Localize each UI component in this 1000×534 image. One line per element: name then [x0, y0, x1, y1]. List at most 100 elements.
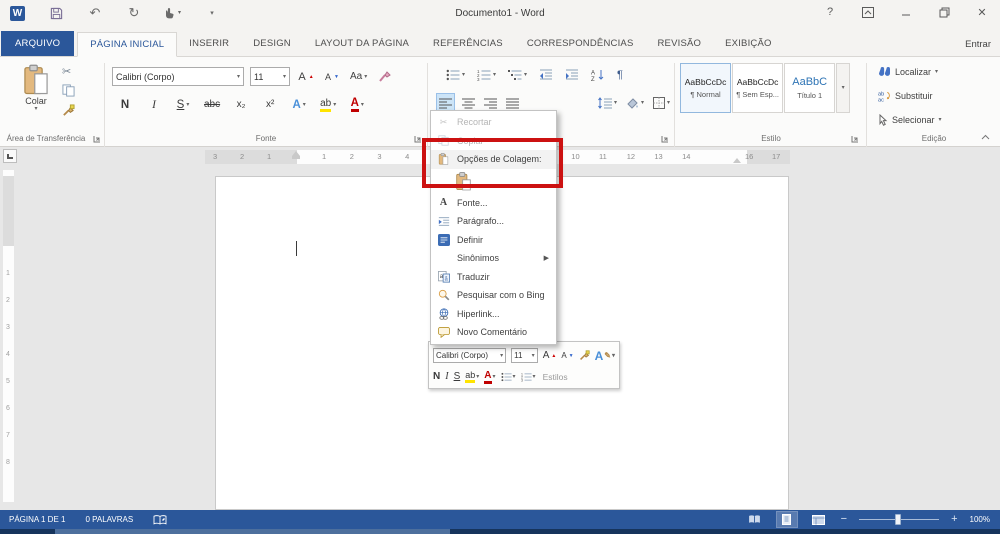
- collapse-ribbon-icon[interactable]: [981, 134, 990, 140]
- highlight-button[interactable]: ab ▾: [318, 94, 338, 115]
- line-spacing-icon[interactable]: ▾: [596, 93, 619, 113]
- replace-button[interactable]: ab ac Substituir: [878, 90, 933, 102]
- paste-button[interactable]: Colar ▾: [14, 64, 58, 132]
- increase-indent-icon[interactable]: [563, 65, 581, 85]
- font-name-combo[interactable]: Calibri (Corpo) ▾: [112, 67, 244, 86]
- close-icon[interactable]: ✕: [974, 4, 990, 20]
- mini-format-painter-icon[interactable]: [579, 350, 590, 361]
- change-case-button[interactable]: Aa ▾: [348, 66, 369, 87]
- zoom-level[interactable]: 100%: [970, 515, 990, 524]
- tab-file[interactable]: ARQUIVO: [1, 31, 75, 56]
- proofing-icon[interactable]: [153, 514, 167, 525]
- tab-page-layout[interactable]: LAYOUT DA PÁGINA: [303, 31, 421, 56]
- help-icon[interactable]: ?: [822, 4, 838, 20]
- print-layout-icon[interactable]: [775, 511, 798, 528]
- numbered-list-icon[interactable]: 1 2 3 ▾: [475, 65, 498, 85]
- tab-insert[interactable]: INSERIR: [177, 31, 241, 56]
- menu-label: Pesquisar com o Bing: [457, 290, 545, 301]
- menu-item-define[interactable]: Definir: [431, 231, 556, 250]
- tab-view[interactable]: EXIBIÇÃO: [713, 31, 783, 56]
- menu-item-hyperlink[interactable]: Hiperlink...: [431, 305, 556, 324]
- style-name: ¶ Normal: [690, 90, 721, 99]
- format-painter-button[interactable]: [62, 104, 75, 117]
- menu-item-search-bing[interactable]: Pesquisar com o Bing: [431, 286, 556, 305]
- zoom-in-button[interactable]: +: [951, 514, 957, 525]
- mini-underline-button[interactable]: S: [454, 371, 461, 382]
- paste-label: Colar: [25, 96, 47, 106]
- show-marks-icon[interactable]: ¶: [615, 65, 625, 85]
- clipboard-dialog-launcher-icon[interactable]: [92, 134, 102, 144]
- tab-references[interactable]: REFERÊNCIAS: [421, 31, 515, 56]
- font-color-button[interactable]: A ▾: [347, 94, 367, 115]
- shading-icon[interactable]: ▾: [624, 93, 646, 113]
- mini-bold-button[interactable]: N: [433, 371, 440, 382]
- word-count[interactable]: 0 PALAVRAS: [85, 515, 133, 524]
- web-layout-icon[interactable]: [809, 512, 829, 527]
- menu-item-font[interactable]: A Fonte...: [431, 194, 556, 213]
- paragraph-dialog-launcher-icon[interactable]: [660, 134, 670, 144]
- superscript-button[interactable]: x²: [260, 94, 280, 115]
- mini-shrink-font-button[interactable]: A: [561, 351, 573, 360]
- find-button[interactable]: Localizar ▾: [878, 66, 938, 77]
- paragraph-dialog-icon: [436, 216, 451, 227]
- ribbon-display-options-icon[interactable]: [860, 4, 876, 20]
- tab-mailings[interactable]: CORRESPONDÊNCIAS: [515, 31, 646, 56]
- strikethrough-button[interactable]: abc: [202, 94, 222, 115]
- menu-item-synonyms[interactable]: Sinônimos ▶: [431, 249, 556, 268]
- subscript-button[interactable]: x₂: [231, 94, 251, 115]
- mini-grow-font-button[interactable]: A: [543, 350, 557, 361]
- select-button[interactable]: Selecionar ▾: [878, 114, 942, 126]
- style-name: ¶ Sem Esp...: [736, 90, 780, 99]
- style-no-spacing[interactable]: AaBbCcDc ¶ Sem Esp...: [732, 63, 784, 113]
- menu-item-paragraph[interactable]: Parágrafo...: [431, 212, 556, 231]
- right-indent-marker[interactable]: [733, 158, 741, 163]
- mini-font-color-button[interactable]: A ▾: [484, 370, 496, 384]
- tab-design[interactable]: DESIGN: [241, 31, 303, 56]
- tab-stop-selector[interactable]: [3, 149, 17, 163]
- text-effects-button[interactable]: A ▾: [289, 94, 309, 115]
- ruler-number: 10: [571, 152, 580, 161]
- clear-formatting-icon[interactable]: [375, 66, 395, 87]
- grow-font-button[interactable]: A: [296, 66, 316, 87]
- menu-item-translate[interactable]: aã Traduzir: [431, 268, 556, 287]
- vertical-ruler-number: 1: [6, 270, 10, 277]
- restore-icon[interactable]: [936, 4, 952, 20]
- mini-font-size-combo[interactable]: 11 ▾: [511, 348, 538, 363]
- mini-font-name-combo[interactable]: Calibri (Corpo) ▾: [433, 348, 507, 363]
- replace-label: Substituir: [895, 91, 933, 101]
- borders-icon[interactable]: ▾: [651, 93, 672, 113]
- copy-button[interactable]: [62, 84, 75, 97]
- zoom-slider[interactable]: [859, 514, 940, 525]
- sort-icon[interactable]: AZ: [589, 65, 607, 85]
- tab-home[interactable]: PÁGINA INICIAL: [77, 32, 178, 57]
- mini-italic-button[interactable]: I: [445, 371, 448, 382]
- menu-item-new-comment[interactable]: Novo Comentário: [431, 323, 556, 342]
- indent-markers[interactable]: [292, 150, 300, 159]
- minimize-icon[interactable]: [898, 4, 914, 20]
- mini-numbering-icon[interactable]: 1 2 3 ▾: [521, 372, 536, 382]
- bold-button[interactable]: N: [115, 94, 135, 115]
- mini-styles-label[interactable]: Estilos: [543, 372, 568, 382]
- italic-button[interactable]: I: [144, 94, 164, 115]
- zoom-out-button[interactable]: −: [841, 514, 847, 525]
- cut-button[interactable]: ✂: [62, 65, 71, 78]
- tab-review[interactable]: REVISÃO: [646, 31, 714, 56]
- bullet-list-icon[interactable]: ▾: [444, 65, 467, 85]
- style-normal[interactable]: AaBbCcDc ¶ Normal: [680, 63, 732, 113]
- multilevel-list-icon[interactable]: ▾: [506, 65, 529, 85]
- zoom-slider-thumb[interactable]: [895, 514, 902, 525]
- font-size-combo[interactable]: 11 ▾: [250, 67, 290, 86]
- mini-highlight-button[interactable]: ab ▾: [465, 370, 479, 383]
- style-heading1[interactable]: AaBbC Título 1: [784, 63, 836, 113]
- sign-in-link[interactable]: Entrar: [965, 39, 991, 50]
- decrease-indent-icon[interactable]: [537, 65, 555, 85]
- underline-button[interactable]: S ▾: [173, 94, 193, 115]
- shrink-font-button[interactable]: A: [322, 66, 342, 87]
- read-mode-icon[interactable]: [745, 512, 765, 527]
- page-indicator[interactable]: PÁGINA 1 DE 1: [9, 515, 65, 524]
- mini-bullets-icon[interactable]: ▾: [501, 372, 516, 382]
- mini-styles-icon[interactable]: A ✎ ▾: [595, 349, 615, 363]
- paste-caret-icon: ▾: [34, 106, 38, 112]
- styles-more-icon[interactable]: ▾: [836, 63, 851, 113]
- styles-dialog-launcher-icon[interactable]: [850, 134, 860, 144]
